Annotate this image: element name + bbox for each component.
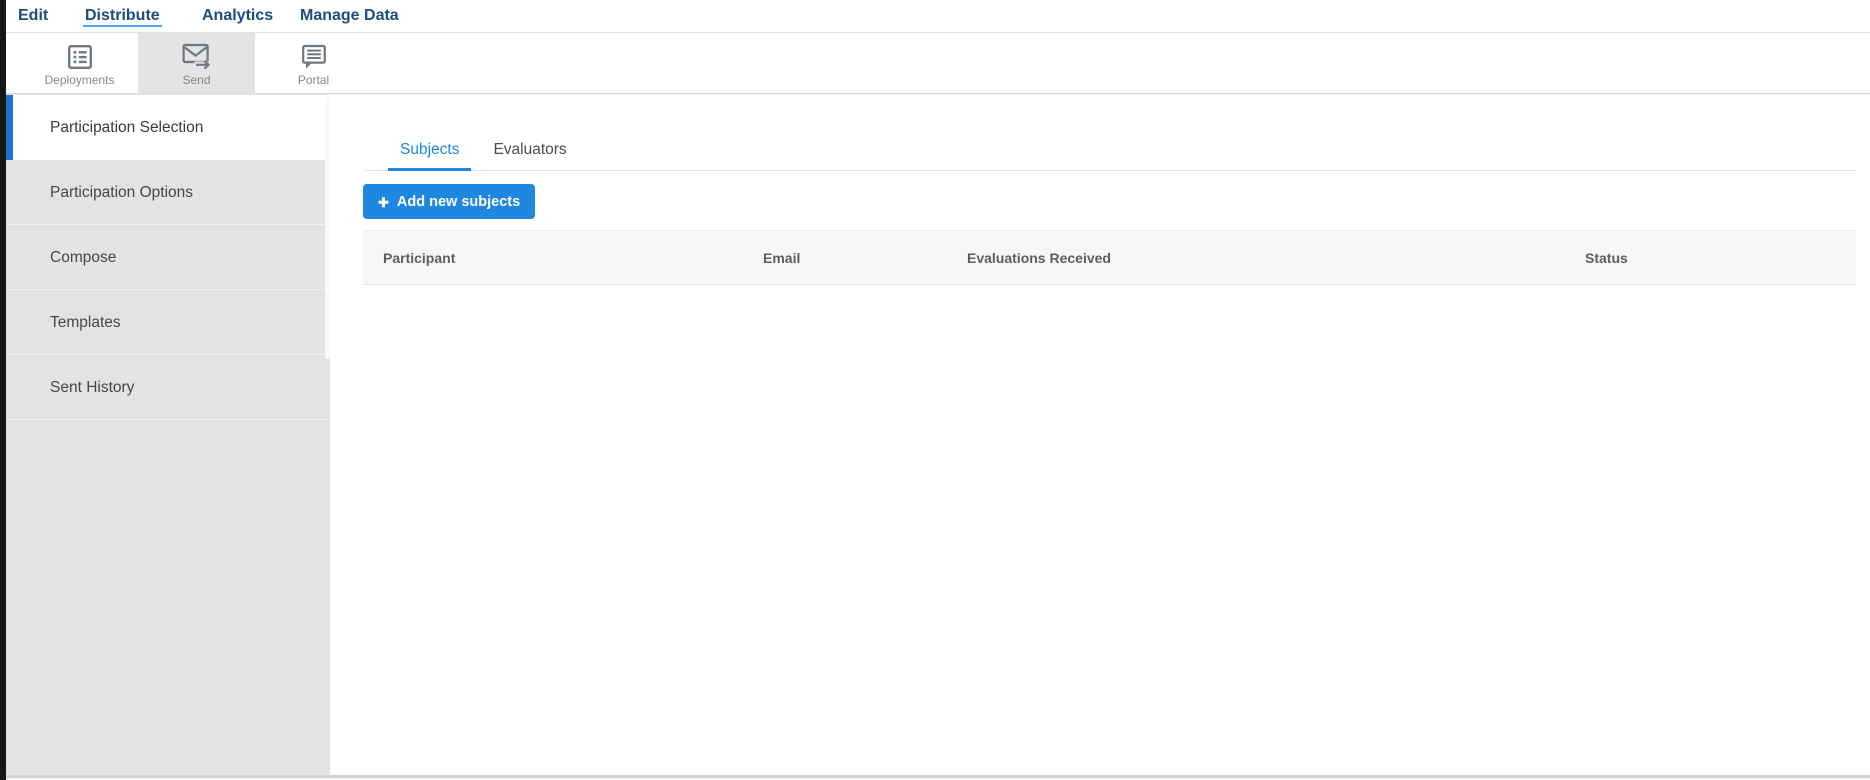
sidebar-item-compose[interactable]: Compose: [6, 225, 330, 290]
toolbar-item-send[interactable]: Send: [138, 33, 255, 94]
sidebar-item-sent-history[interactable]: Sent History: [6, 355, 330, 420]
nav-item-distribute[interactable]: Distribute: [85, 0, 160, 32]
plus-icon: ✚: [378, 196, 389, 209]
step-sidebar: Participation Selection Participation Op…: [6, 94, 330, 775]
deployments-icon: [67, 43, 93, 70]
subjects-table-header: Participant Email Evaluations Received S…: [363, 230, 1856, 285]
app-window: Edit Distribute Analytics Manage Data De…: [0, 0, 1870, 780]
column-header-evaluations-received: Evaluations Received: [967, 250, 1585, 266]
toolbar-label: Portal: [298, 73, 329, 87]
tab-evaluators[interactable]: Evaluators: [481, 132, 578, 171]
nav-item-manage-data[interactable]: Manage Data: [300, 0, 399, 32]
distribute-toolbar: Deployments Send: [6, 33, 1870, 94]
add-new-subjects-button[interactable]: ✚ Add new subjects: [363, 184, 535, 219]
top-nav: Edit Distribute Analytics Manage Data: [6, 0, 1870, 33]
column-header-participant: Participant: [363, 250, 763, 266]
column-header-email: Email: [763, 250, 967, 266]
send-icon: [182, 43, 212, 70]
portal-icon: [301, 43, 327, 70]
add-button-label: Add new subjects: [397, 194, 520, 210]
nav-item-edit[interactable]: Edit: [18, 0, 48, 32]
column-header-status: Status: [1585, 250, 1856, 266]
tab-subjects[interactable]: Subjects: [388, 132, 471, 171]
sidebar-item-participation-selection[interactable]: Participation Selection: [6, 95, 330, 160]
tab-divider-line: [365, 170, 1856, 171]
toolbar-label: Send: [182, 73, 210, 87]
sidebar-item-participation-options[interactable]: Participation Options: [6, 160, 330, 225]
toolbar-label: Deployments: [44, 73, 114, 87]
participant-tabs: Subjects Evaluators: [388, 132, 579, 171]
sidebar-scrollbar-thumb[interactable]: [325, 97, 330, 359]
nav-item-analytics[interactable]: Analytics: [202, 0, 273, 32]
toolbar-item-portal[interactable]: Portal: [255, 33, 372, 94]
sidebar-item-templates[interactable]: Templates: [6, 290, 330, 355]
toolbar-item-deployments[interactable]: Deployments: [21, 33, 138, 94]
